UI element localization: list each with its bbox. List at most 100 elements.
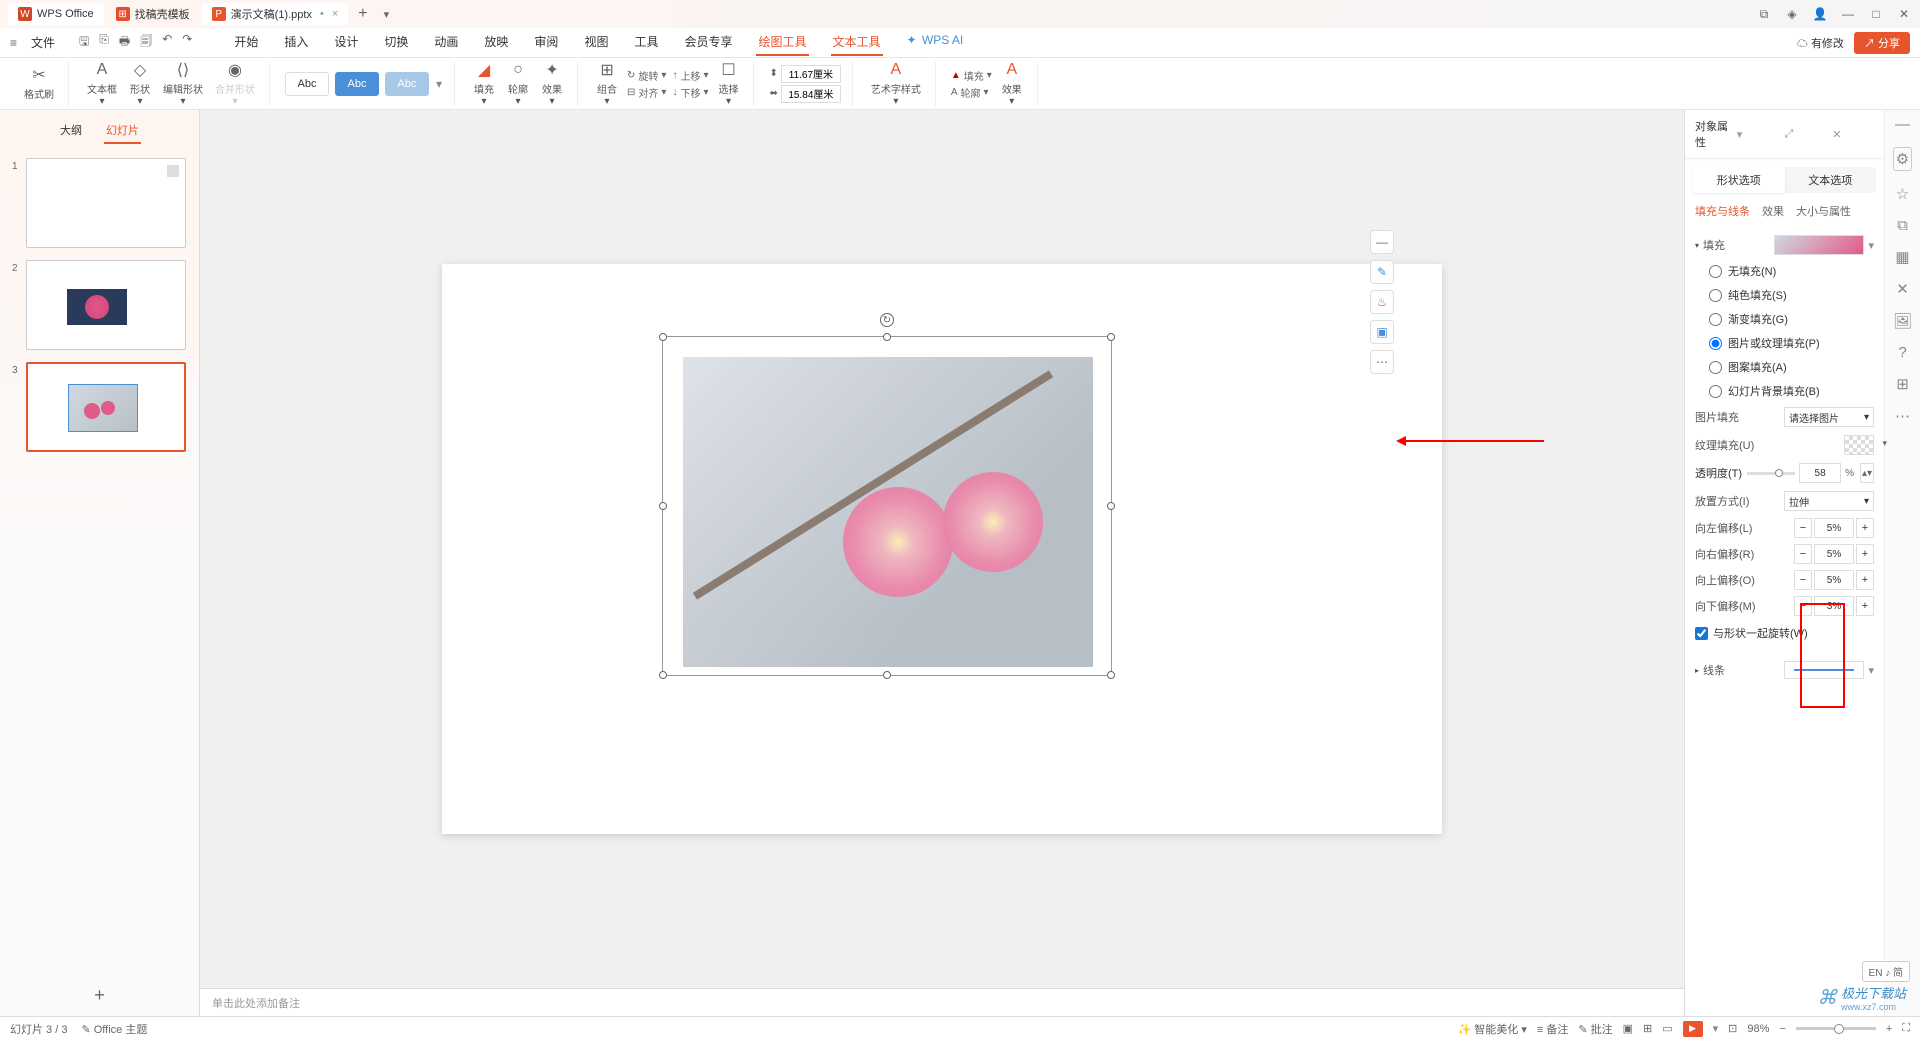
close-button[interactable]: ✕ bbox=[1896, 6, 1912, 22]
tab-shape-options[interactable]: 形状选项 bbox=[1693, 167, 1785, 193]
offset-right-plus[interactable]: + bbox=[1856, 544, 1874, 564]
subtab-size[interactable]: 大小与属性 bbox=[1796, 203, 1851, 219]
line-section-title[interactable]: 线条 bbox=[1703, 662, 1725, 678]
layers-icon[interactable]: ⧉ bbox=[1897, 217, 1908, 234]
minimize-button[interactable]: — bbox=[1840, 6, 1856, 22]
fullscreen-icon[interactable]: ⛶ bbox=[1902, 1022, 1910, 1035]
group-button[interactable]: ⊞组合▾ bbox=[590, 59, 624, 109]
app-tab[interactable]: WWPS Office bbox=[8, 3, 104, 25]
resize-handle[interactable] bbox=[659, 671, 667, 679]
resize-handle[interactable] bbox=[1107, 333, 1115, 341]
rotate-with-checkbox[interactable] bbox=[1695, 627, 1708, 640]
format-painter-button[interactable]: ✂格式刷 bbox=[18, 64, 60, 103]
share-button[interactable]: ↗ 分享 bbox=[1854, 32, 1910, 54]
more-sidebar-icon[interactable]: ⋯ bbox=[1895, 407, 1910, 425]
fill-button[interactable]: ◢填充▾ bbox=[467, 59, 501, 109]
print-icon[interactable]: 🖶 bbox=[119, 32, 130, 53]
select-button[interactable]: ☐选择▾ bbox=[711, 59, 745, 109]
star-icon[interactable]: ☆ bbox=[1896, 185, 1909, 203]
menu-member[interactable]: 会员专享 bbox=[682, 29, 734, 56]
offset-left-plus[interactable]: + bbox=[1856, 518, 1874, 538]
menu-play[interactable]: 放映 bbox=[482, 29, 510, 56]
view-sorter-icon[interactable]: ⊞ bbox=[1643, 1022, 1652, 1035]
offset-bottom-plus[interactable]: + bbox=[1856, 596, 1874, 616]
place-mode-select[interactable]: 拉伸▾ bbox=[1784, 491, 1874, 511]
radio-picture-fill[interactable] bbox=[1709, 337, 1722, 350]
image-icon[interactable]: 🖼 bbox=[1893, 312, 1912, 330]
radio-solid-fill[interactable] bbox=[1709, 289, 1722, 302]
opacity-slider[interactable] bbox=[1747, 472, 1795, 475]
slide-thumb-2[interactable] bbox=[26, 260, 186, 350]
menu-transition[interactable]: 切换 bbox=[382, 29, 410, 56]
menu-drawing-tools[interactable]: 绘图工具 bbox=[756, 29, 808, 56]
menu-review[interactable]: 审阅 bbox=[532, 29, 560, 56]
hamburger-icon[interactable]: ≡ bbox=[10, 36, 17, 50]
undo-icon[interactable]: ↶ bbox=[162, 32, 172, 53]
zoom-slider[interactable] bbox=[1796, 1027, 1876, 1030]
menu-view[interactable]: 视图 bbox=[582, 29, 610, 56]
offset-left-value[interactable]: 5 % bbox=[1814, 518, 1854, 538]
offset-right-minus[interactable]: − bbox=[1794, 544, 1812, 564]
play-button[interactable]: ▶ bbox=[1683, 1021, 1703, 1037]
add-slide-button[interactable]: + bbox=[0, 975, 199, 1016]
rotate-button[interactable]: ↻ 旋转 ▾ bbox=[627, 68, 666, 83]
export-icon[interactable]: ⎘ bbox=[99, 32, 109, 53]
offset-top-plus[interactable]: + bbox=[1856, 570, 1874, 590]
style-preset-3[interactable]: Abc bbox=[385, 72, 429, 96]
collapse-icon[interactable]: — bbox=[1895, 116, 1910, 133]
smart-beautify-button[interactable]: ✨ 智能美化 ▾ bbox=[1458, 1021, 1527, 1037]
slide-thumb-3[interactable] bbox=[26, 362, 186, 452]
notes-area[interactable]: 单击此处添加备注 bbox=[200, 988, 1684, 1016]
resize-handle[interactable] bbox=[659, 333, 667, 341]
comment-button[interactable]: ✎ 批注 bbox=[1578, 1021, 1612, 1037]
slide-canvas[interactable]: ↻ bbox=[442, 264, 1442, 834]
slide-thumb-1[interactable] bbox=[26, 158, 186, 248]
align-button[interactable]: ⊟ 对齐 ▾ bbox=[627, 85, 666, 100]
print-preview-icon[interactable]: 🗐 bbox=[140, 32, 152, 53]
resize-handle[interactable] bbox=[883, 671, 891, 679]
menu-animation[interactable]: 动画 bbox=[432, 29, 460, 56]
radio-gradient-fill[interactable] bbox=[1709, 313, 1722, 326]
rotate-handle-icon[interactable]: ↻ bbox=[880, 313, 894, 327]
zoom-out-button[interactable]: − bbox=[1779, 1023, 1785, 1035]
window-copy-icon[interactable]: ⧉ bbox=[1756, 6, 1772, 22]
tab-text-options[interactable]: 文本选项 bbox=[1785, 167, 1877, 193]
frame-icon[interactable]: ▣ bbox=[1370, 320, 1394, 344]
settings-icon[interactable]: ⚙ bbox=[1893, 147, 1912, 171]
close-icon[interactable]: × bbox=[332, 8, 338, 20]
height-input[interactable] bbox=[781, 65, 841, 83]
resize-handle[interactable] bbox=[659, 502, 667, 510]
offset-bottom-minus[interactable]: − bbox=[1794, 596, 1812, 616]
edit-icon[interactable]: ✎ bbox=[1370, 260, 1394, 284]
style-preset-1[interactable]: Abc bbox=[285, 72, 329, 96]
offset-top-minus[interactable]: − bbox=[1794, 570, 1812, 590]
notes-button[interactable]: ≡ 备注 bbox=[1537, 1021, 1568, 1037]
shape-button[interactable]: ◇形状▾ bbox=[123, 59, 157, 109]
pin-icon[interactable]: ⤢ bbox=[1785, 128, 1827, 141]
menu-wps-ai[interactable]: ✦ WPS AI bbox=[905, 29, 968, 56]
resize-handle[interactable] bbox=[1107, 671, 1115, 679]
menu-text-tools[interactable]: 文本工具 bbox=[831, 29, 883, 56]
cube-icon[interactable]: ◈ bbox=[1784, 6, 1800, 22]
zoom-value[interactable]: 98% bbox=[1747, 1023, 1769, 1035]
zoom-in-button[interactable]: + bbox=[1886, 1023, 1892, 1035]
selected-shape[interactable]: ↻ bbox=[662, 336, 1112, 676]
template-icon[interactable]: ▦ bbox=[1895, 248, 1909, 266]
language-badge[interactable]: EN ♪ 简 bbox=[1862, 961, 1910, 982]
file-menu[interactable]: 文件 bbox=[31, 34, 55, 51]
line-preview[interactable] bbox=[1784, 661, 1864, 679]
offset-left-minus[interactable]: − bbox=[1794, 518, 1812, 538]
image-select[interactable]: 请选择图片▾ bbox=[1784, 407, 1874, 427]
tab-menu-button[interactable]: ▾ bbox=[376, 8, 398, 21]
subtab-fill-line[interactable]: 填充与线条 bbox=[1695, 203, 1750, 219]
effect-button[interactable]: ✦效果▾ bbox=[535, 59, 569, 109]
fill-section-title[interactable]: 填充 bbox=[1703, 237, 1725, 253]
tools-icon[interactable]: ✕ bbox=[1896, 280, 1909, 298]
outline-button[interactable]: ○轮廓▾ bbox=[501, 59, 535, 109]
width-input[interactable] bbox=[781, 85, 841, 103]
edit-shape-button[interactable]: ⟨⟩编辑形状▾ bbox=[157, 59, 209, 109]
fill-preview[interactable] bbox=[1774, 235, 1864, 255]
zoom-out-icon[interactable]: — bbox=[1370, 230, 1394, 254]
effects-icon[interactable]: ♨ bbox=[1370, 290, 1394, 314]
resize-handle[interactable] bbox=[883, 333, 891, 341]
